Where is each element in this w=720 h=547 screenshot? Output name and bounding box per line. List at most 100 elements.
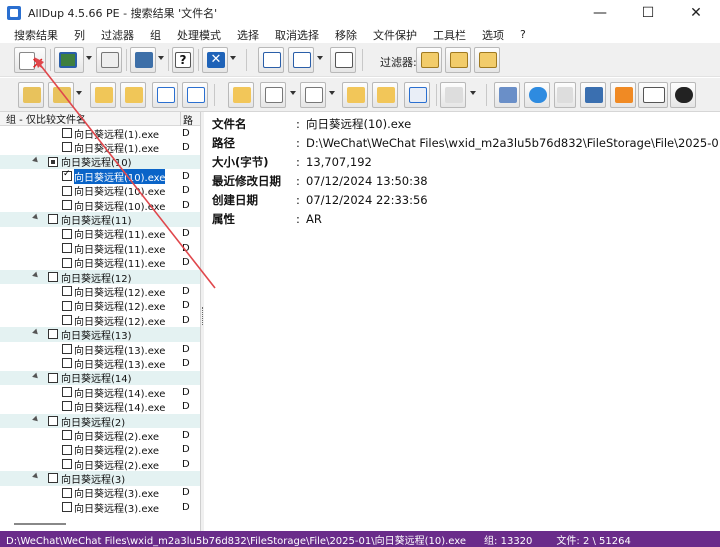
nav-dropdown-icon[interactable] (76, 91, 82, 95)
sound-button[interactable] (670, 82, 696, 108)
group-row[interactable]: 向日葵远程(12) (0, 269, 200, 285)
file-checkbox[interactable] (62, 128, 72, 138)
menu-deselect[interactable]: 取消选择 (275, 27, 319, 43)
file-checkbox[interactable] (62, 169, 72, 182)
expand-icon[interactable] (32, 472, 40, 481)
menu-help[interactable]: ? (520, 28, 526, 41)
group-row[interactable]: 向日葵远程(13) (0, 327, 200, 342)
expand-icon[interactable] (32, 213, 40, 222)
file-row[interactable]: 向日葵远程(2).exe D (0, 457, 200, 472)
menu-columns[interactable]: 列 (74, 27, 85, 43)
undo-button[interactable] (440, 82, 466, 108)
file-checkbox[interactable] (62, 358, 72, 369)
file-row[interactable]: 向日葵远程(2).exe D (0, 443, 200, 457)
preview-button[interactable] (54, 47, 84, 73)
minimize-button[interactable]: — (576, 0, 624, 26)
columns-layout-dropdown-icon[interactable] (317, 56, 323, 60)
group-checkbox[interactable] (48, 214, 58, 225)
move-down-button[interactable] (182, 82, 208, 108)
file-row[interactable]: 向日葵远程(13).exe D (0, 342, 200, 357)
file-row[interactable]: 向日葵远程(11).exe D (0, 256, 200, 270)
menu-process-mode[interactable]: 处理模式 (177, 27, 221, 43)
file-row[interactable]: 向日葵远程(11).exe D (0, 241, 200, 256)
ie-button[interactable] (524, 82, 550, 108)
save-button[interactable] (130, 47, 156, 73)
file-checkbox[interactable] (62, 199, 72, 210)
size-units-button[interactable] (330, 47, 356, 73)
columns-layout-button[interactable] (288, 47, 314, 73)
file-row[interactable]: 向日葵远程(10).exe D (0, 184, 200, 198)
compare-button[interactable] (404, 82, 430, 108)
menu-group[interactable]: 组 (150, 27, 161, 43)
group-row[interactable]: 向日葵远程(3) (0, 471, 200, 486)
group-row[interactable]: 向日葵远程(11) (0, 212, 200, 227)
expand-icon[interactable] (32, 415, 40, 424)
group-down-button[interactable] (120, 82, 146, 108)
preview-dropdown-icon[interactable] (86, 56, 92, 60)
select-dropdown-icon[interactable] (290, 91, 296, 95)
delete-results-button[interactable]: ✕ (14, 47, 46, 73)
group-checkbox[interactable] (48, 329, 58, 340)
file-row[interactable]: 向日葵远程(3).exe D (0, 500, 200, 515)
filter-1-button[interactable] (416, 47, 442, 73)
menu-filter[interactable]: 过滤器 (101, 27, 134, 43)
file-checkbox[interactable] (62, 286, 72, 297)
file-checkbox[interactable] (62, 487, 72, 498)
move-up-button[interactable] (152, 82, 178, 108)
undo-dropdown-icon[interactable] (470, 91, 476, 95)
vlc-button[interactable] (610, 82, 636, 108)
file-row[interactable]: 向日葵远程(3).exe D (0, 486, 200, 500)
group-up-button[interactable] (90, 82, 116, 108)
file-checkbox[interactable] (62, 257, 72, 268)
file-checkbox[interactable] (62, 300, 72, 311)
maximize-button[interactable]: ☐ (624, 0, 672, 26)
picture-button[interactable] (580, 82, 606, 108)
image-viewer-button[interactable] (494, 82, 520, 108)
close-window-button[interactable]: ✕ (672, 0, 720, 26)
folder-add-button[interactable] (342, 82, 368, 108)
file-checkbox[interactable] (62, 315, 72, 326)
file-checkbox[interactable] (62, 142, 72, 153)
file-checkbox[interactable] (62, 401, 72, 412)
nav-next-button[interactable] (48, 82, 74, 108)
select-button[interactable] (260, 82, 286, 108)
group-checkbox[interactable] (48, 473, 58, 484)
file-checkbox[interactable] (62, 343, 72, 354)
menu-select[interactable]: 选择 (237, 27, 259, 43)
expand-icon[interactable] (32, 156, 40, 165)
group-checkbox[interactable] (48, 156, 58, 167)
group-checkbox[interactable] (48, 271, 58, 282)
group-checkbox[interactable] (48, 372, 58, 383)
file-checkbox[interactable] (62, 444, 72, 455)
menu-remove[interactable]: 移除 (335, 27, 357, 43)
menu-search-results[interactable]: 搜索结果 (14, 27, 58, 43)
tree-header-path[interactable]: 路 (180, 112, 193, 127)
file-row[interactable]: 向日葵远程(13).exe D (0, 356, 200, 371)
file-row[interactable]: 向日葵远程(12).exe D (0, 284, 200, 299)
file-row[interactable]: 向日葵远程(14).exe D (0, 399, 200, 414)
file-row[interactable]: 向日葵远程(14).exe D (0, 385, 200, 400)
filter-3-button[interactable] (474, 47, 500, 73)
file-checkbox[interactable] (62, 228, 72, 239)
columns-button[interactable] (258, 47, 284, 73)
deselect-dropdown-icon[interactable] (329, 91, 335, 95)
expand-icon[interactable] (32, 271, 40, 280)
menu-file-protection[interactable]: 文件保护 (373, 27, 417, 43)
group-row[interactable]: 向日葵远程(2) (0, 413, 200, 429)
file-row[interactable]: 向日葵远程(10).exe D (0, 198, 200, 213)
file-row[interactable]: 向日葵远程(2).exe D (0, 428, 200, 443)
file-checkbox[interactable] (62, 243, 72, 254)
menu-options[interactable]: 选项 (482, 27, 504, 43)
folder-open-button[interactable] (372, 82, 398, 108)
help-button[interactable]: ? (172, 47, 194, 73)
group-row[interactable]: 向日葵远程(10) (0, 154, 200, 169)
log-button[interactable] (96, 47, 122, 73)
file-row[interactable]: 向日葵远程(10).exe D (0, 168, 200, 184)
file-row[interactable]: 向日葵远程(12).exe D (0, 299, 200, 313)
file-row[interactable]: 向日葵远程(1).exe D (0, 140, 200, 155)
file-row[interactable]: 向日葵远程(11).exe D (0, 227, 200, 241)
horizontal-scrollbar[interactable] (14, 523, 66, 525)
close-dropdown-icon[interactable] (230, 56, 236, 60)
expand-icon[interactable] (32, 372, 40, 381)
deselect-button[interactable] (300, 82, 326, 108)
